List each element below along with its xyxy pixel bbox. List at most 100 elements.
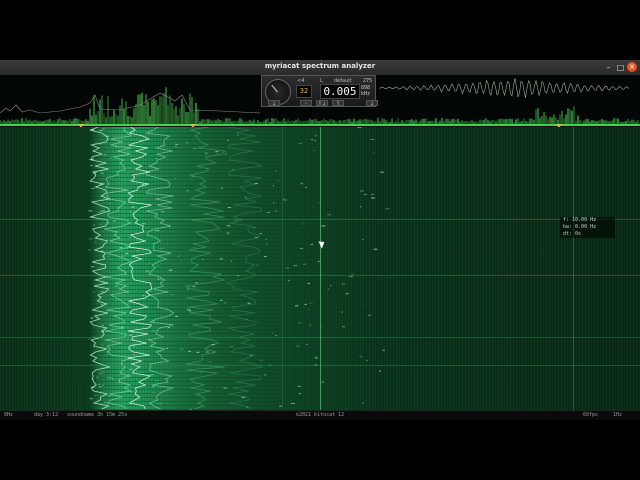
waterfall-speckle: [200, 372, 203, 374]
waterfall-speckle: [98, 296, 103, 297]
waterfall-speckle: [185, 142, 189, 144]
waterfall-speckle: [230, 260, 232, 262]
waterfall-speckle: [360, 206, 362, 208]
waterfall-speckle: [307, 283, 310, 285]
waterfall-speckle: [157, 403, 162, 405]
spectrum-baseline: [0, 124, 640, 126]
waterfall-speckle: [150, 374, 154, 376]
waterfall-speckle: [102, 168, 106, 170]
waterfall-speckle: [309, 302, 313, 304]
waterfall-speckle: [132, 202, 134, 204]
waterfall-speckle: [359, 356, 363, 358]
waterfall-speckle: [303, 263, 306, 265]
waterfall-speckle: [327, 214, 331, 216]
down-alt-button[interactable]: ↓: [366, 100, 378, 107]
waterfall-speckle: [101, 344, 104, 346]
waterfall-carrier-line: [282, 127, 283, 410]
waterfall-speckle: [245, 318, 248, 320]
waterfall-speckle: [265, 243, 268, 245]
waterfall-speckle: [196, 351, 200, 353]
close-icon[interactable]: ×: [627, 62, 637, 72]
waterfall-speckle: [180, 348, 184, 350]
waterfall-speckle: [309, 324, 311, 326]
waterfall-speckle: [149, 263, 151, 265]
waterfall-speckle: [314, 135, 317, 137]
waterfall-speckle: [380, 171, 384, 173]
waterfall-speckle: [287, 279, 290, 281]
waterfall-speckle: [129, 237, 131, 239]
waterfall-speckle: [379, 370, 382, 372]
waterfall-speckle: [128, 334, 132, 336]
waterfall-speckle: [91, 386, 95, 388]
waterfall-speckle: [283, 199, 287, 201]
waterfall-speckle: [193, 247, 195, 248]
waterfall-display[interactable]: [0, 127, 640, 410]
waterfall-speckle: [382, 349, 385, 351]
waterfall-speckle: [110, 157, 112, 159]
waterfall-speckle: [98, 372, 103, 374]
minimize-icon[interactable]: –: [603, 62, 614, 73]
waterfall-speckle: [271, 332, 274, 334]
waterfall-speckle: [168, 269, 173, 271]
waterfall-signal-trace: [88, 127, 111, 410]
waterfall-speckle: [90, 317, 94, 319]
waterfall-speckle: [223, 387, 228, 389]
waterfall-speckle: [136, 250, 140, 252]
waterfall-speckle: [298, 322, 301, 324]
waterfall-speckle: [129, 167, 130, 169]
waterfall-speckle: [368, 314, 371, 316]
info-frequency: f: 10.00 Hz: [563, 217, 597, 223]
video-letterbox-top: [0, 0, 640, 60]
waterfall-speckle: [275, 210, 277, 212]
swap-button[interactable]: ↑↓: [316, 100, 328, 107]
waterfall-speckle: [99, 170, 103, 172]
maximize-icon[interactable]: □: [615, 62, 626, 73]
waterfall-speckle: [371, 197, 375, 199]
waterfall-speckle: [100, 250, 104, 252]
fps-value: 275: [363, 78, 373, 84]
waterfall-speckle: [227, 207, 231, 208]
waterfall-speckle: [158, 350, 162, 352]
waterfall-speckle: [101, 304, 103, 306]
waterfall-speckle: [151, 330, 156, 332]
waterfall-speckle: [145, 270, 149, 272]
waterfall-speckle: [202, 258, 204, 260]
window-titlebar[interactable]: myriacat spectrum analyzer – □ ×: [0, 60, 640, 76]
waterfall-speckle: [231, 169, 234, 171]
waterfall-speckle: [90, 165, 93, 166]
waterfall-speckle: [186, 288, 190, 290]
waterfall-speckle: [175, 143, 179, 145]
waterfall-speckle: [129, 179, 133, 181]
waterfall-speckle: [373, 248, 378, 250]
waterfall-speckle: [313, 140, 317, 142]
waterfall-speckle: [263, 374, 267, 376]
waterfall-speckle: [133, 354, 135, 355]
waterfall-speckle: [265, 238, 268, 240]
minus-button[interactable]: -: [300, 100, 312, 107]
waterfall-speckle: [109, 202, 111, 204]
waterfall-speckle: [167, 327, 170, 329]
waterfall-speckle: [237, 134, 239, 136]
waterfall-speckle: [191, 176, 194, 178]
waterfall-speckle: [299, 247, 303, 249]
unit-label: kHz: [361, 91, 371, 97]
waterfall-speckle: [97, 383, 100, 385]
waterfall-speckle: [385, 208, 390, 210]
waterfall-speckle: [267, 212, 270, 213]
waterfall-speckle: [363, 194, 367, 195]
waterfall-speckle: [121, 326, 124, 328]
waterfall-speckle: [152, 386, 155, 388]
waterfall-speckle: [362, 305, 364, 307]
waterfall-speckle: [88, 210, 93, 212]
waterfall-speckle: [297, 385, 301, 387]
waterfall-speckle: [159, 248, 163, 250]
waterfall-speckle: [250, 355, 253, 357]
waterfall-speckle: [226, 225, 231, 227]
waterfall-speckle: [92, 291, 95, 293]
waterfall-speckle: [291, 403, 295, 404]
up-button[interactable]: ↑: [332, 100, 344, 107]
waterfall-speckle: [341, 311, 343, 313]
status-left-frequency: 0Hz: [4, 412, 14, 418]
waterfall-speckle: [327, 288, 330, 290]
down-button[interactable]: ↓: [268, 100, 280, 107]
